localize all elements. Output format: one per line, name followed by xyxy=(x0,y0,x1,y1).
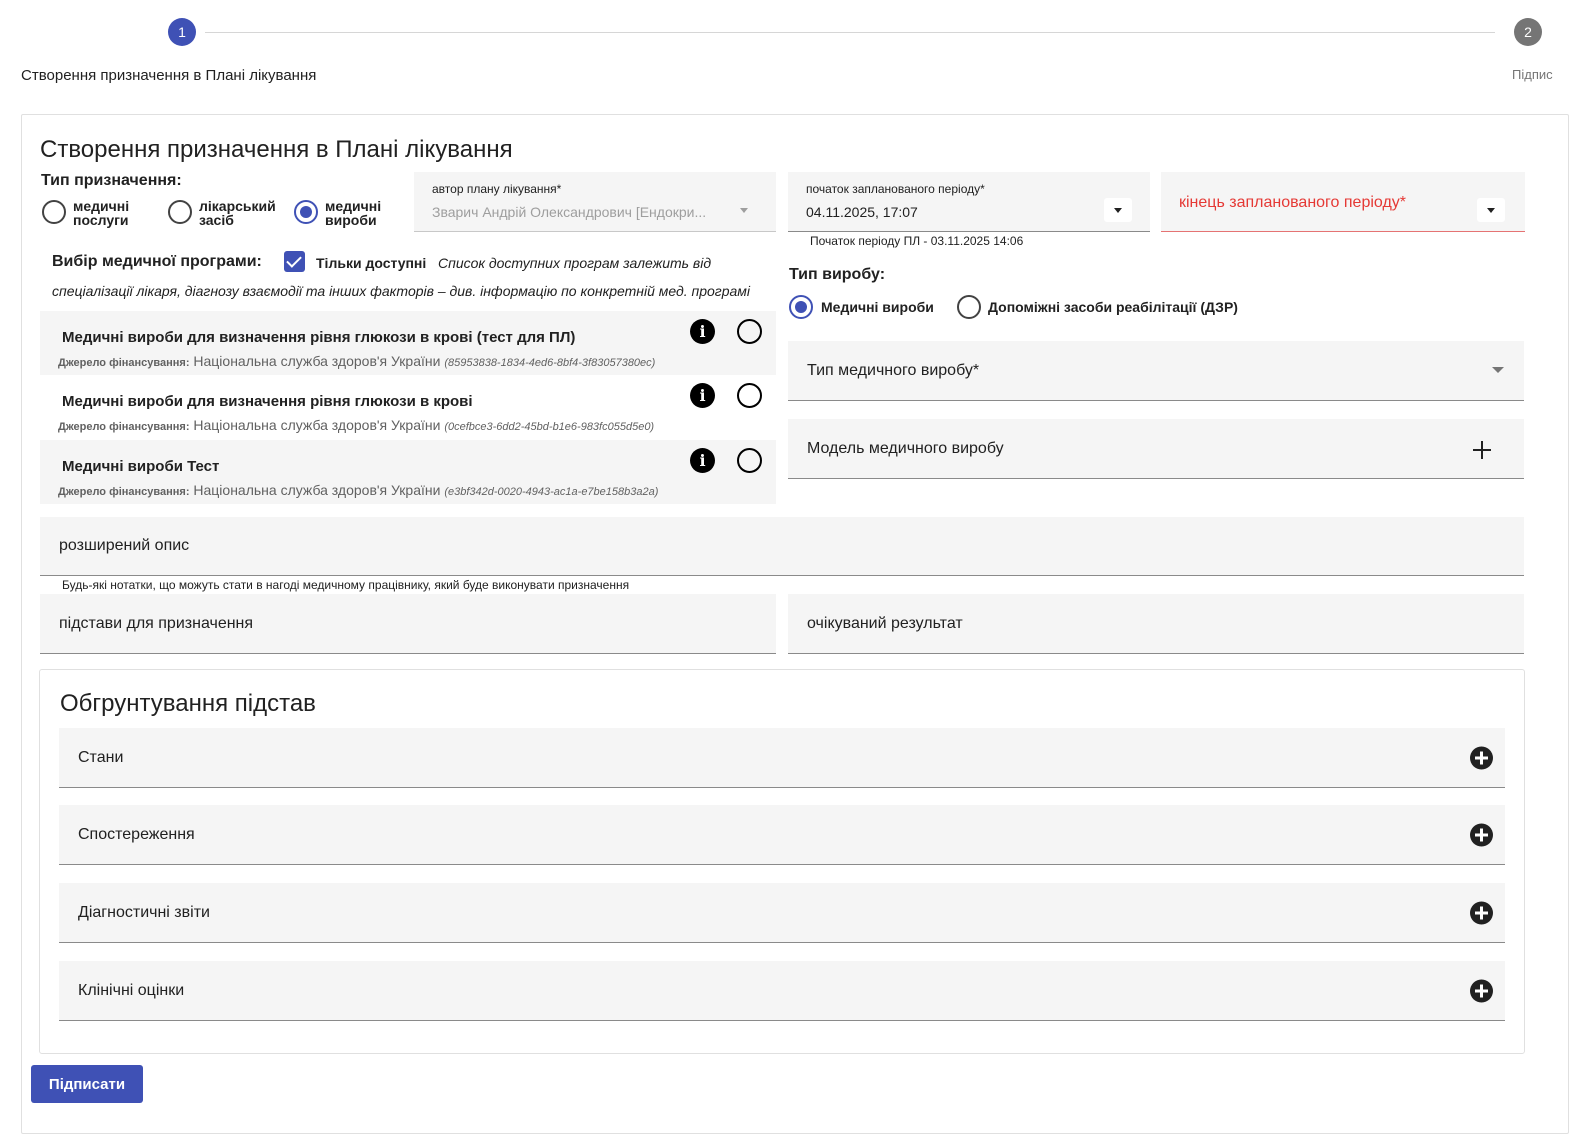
accordion-label: Клінічні оцінки xyxy=(78,981,185,999)
program-radio[interactable] xyxy=(737,448,762,473)
period-start-select[interactable]: початок запланованого періоду* 04.11.202… xyxy=(788,172,1150,232)
program-item[interactable]: Медичні вироби Тест Джерело фінансування… xyxy=(40,440,776,504)
reason-label: підстави для призначення xyxy=(59,614,254,632)
radio-medical-devices-type[interactable] xyxy=(789,295,813,319)
add-circle-icon[interactable] xyxy=(1470,823,1493,846)
radio-rehab-aids[interactable] xyxy=(957,295,981,319)
accordion-clinical-assessments[interactable]: Клінічні оцінки xyxy=(59,961,1505,1021)
medical-product-type-select[interactable]: Тип медичного виробу* xyxy=(788,341,1524,401)
period-end-dropdown-icon[interactable] xyxy=(1477,198,1505,222)
author-select-label: автор плану лікування* xyxy=(432,182,562,196)
period-start-value: 04.11.2025, 17:07 xyxy=(806,204,918,220)
radio-medical-services[interactable] xyxy=(42,200,66,224)
form-title: Створення призначення в Плані лікування xyxy=(40,136,513,163)
stepper-line xyxy=(205,32,1495,33)
step-1-indicator: 1 xyxy=(168,18,196,46)
step-1-label: Створення призначення в Плані лікування xyxy=(21,67,317,84)
author-select[interactable]: автор плану лікування* Зварич Андрій Оле… xyxy=(414,172,776,232)
author-dropdown-icon xyxy=(730,198,758,222)
sign-button[interactable]: Підписати xyxy=(31,1065,143,1103)
program-name: Медичні вироби Тест xyxy=(62,458,220,475)
info-icon[interactable]: i xyxy=(690,383,715,408)
add-icon[interactable] xyxy=(1473,441,1491,459)
reason-field[interactable]: підстави для призначення xyxy=(40,594,776,654)
extended-description-label: розширений опис xyxy=(59,537,190,554)
info-icon[interactable]: i xyxy=(690,448,715,473)
step-2-label: Підпис xyxy=(1512,67,1553,82)
info-icon[interactable]: i xyxy=(690,319,715,344)
medical-product-type-label: Тип медичного виробу* xyxy=(807,361,980,379)
program-name: Медичні вироби для визначення рівня глюк… xyxy=(62,329,576,346)
add-circle-icon[interactable] xyxy=(1470,979,1493,1002)
period-end-select[interactable]: кінець запланованого періоду* xyxy=(1161,172,1525,232)
accordion-label: Стани xyxy=(78,748,124,766)
radio-rehab-aids-label: Допоміжні засоби реабілітації (ДЗР) xyxy=(988,299,1238,315)
only-available-label: Тільки доступні xyxy=(316,255,427,271)
period-start-dropdown-icon[interactable] xyxy=(1104,198,1132,222)
add-circle-icon[interactable] xyxy=(1470,901,1493,924)
extended-description-hint: Будь-які нотатки, що можуть стати в наго… xyxy=(62,578,630,592)
accordion-observations[interactable]: Спостереження xyxy=(59,805,1505,865)
program-selection-label: Вибір медичної програми: xyxy=(52,253,262,270)
medical-product-model-field[interactable]: Модель медичного виробу xyxy=(788,419,1524,479)
chevron-down-icon xyxy=(1492,367,1504,373)
stepper: 1 2 Створення призначення в Плані лікува… xyxy=(0,0,1590,100)
program-name: Медичні вироби для визначення рівня глюк… xyxy=(62,393,473,410)
program-radio[interactable] xyxy=(737,383,762,408)
radio-medical-devices-type-label: Медичні вироби xyxy=(821,299,934,315)
accordion-label: Діагностичні звіти xyxy=(78,903,210,921)
period-start-hint: Початок періоду ПЛ - 03.11.2025 14:06 xyxy=(810,234,1024,248)
radio-medical-devices-label: медичні вироби xyxy=(325,198,382,228)
program-note-line1: Список доступних програм залежить від xyxy=(438,255,712,271)
radio-medical-devices[interactable] xyxy=(294,200,318,224)
accordion-diagnostic-reports[interactable]: Діагностичні звіти xyxy=(59,883,1505,943)
program-item[interactable]: Медичні вироби для визначення рівня глюк… xyxy=(40,375,776,439)
prescription-type-label: Тип призначення: xyxy=(41,172,182,189)
program-source: Джерело фінансування: Національна служба… xyxy=(58,482,659,498)
program-note-line2: спеціалізації лікаря, діагнозу взаємодії… xyxy=(52,283,750,299)
expected-result-label: очікуваний результат xyxy=(807,614,963,632)
expected-result-field[interactable]: очікуваний результат xyxy=(788,594,1524,654)
radio-medication-label: лікарський засіб xyxy=(199,198,276,228)
only-available-checkbox[interactable] xyxy=(284,251,305,272)
radio-medication[interactable] xyxy=(168,200,192,224)
radio-medical-services-label: медичні послуги xyxy=(73,198,130,228)
program-radio[interactable] xyxy=(737,319,762,344)
program-source: Джерело фінансування: Національна служба… xyxy=(58,353,656,369)
product-type-label: Тип виробу: xyxy=(789,266,886,283)
accordion-conditions[interactable]: Стани xyxy=(59,728,1505,788)
add-circle-icon[interactable] xyxy=(1470,746,1493,769)
step-2-indicator: 2 xyxy=(1514,18,1542,46)
justification-title: Обгрунтування підстав xyxy=(60,690,316,717)
program-source: Джерело фінансування: Національна служба… xyxy=(58,417,655,433)
period-start-label: початок запланованого періоду* xyxy=(806,182,985,196)
medical-product-model-label: Модель медичного виробу xyxy=(807,439,1004,457)
period-end-label: кінець запланованого періоду* xyxy=(1179,194,1407,211)
author-select-value: Зварич Андрій Олександрович [Ендокри... xyxy=(432,204,707,220)
program-item[interactable]: Медичні вироби для визначення рівня глюк… xyxy=(40,311,776,375)
extended-description-field[interactable]: розширений опис xyxy=(40,517,1524,576)
accordion-label: Спостереження xyxy=(78,825,195,843)
